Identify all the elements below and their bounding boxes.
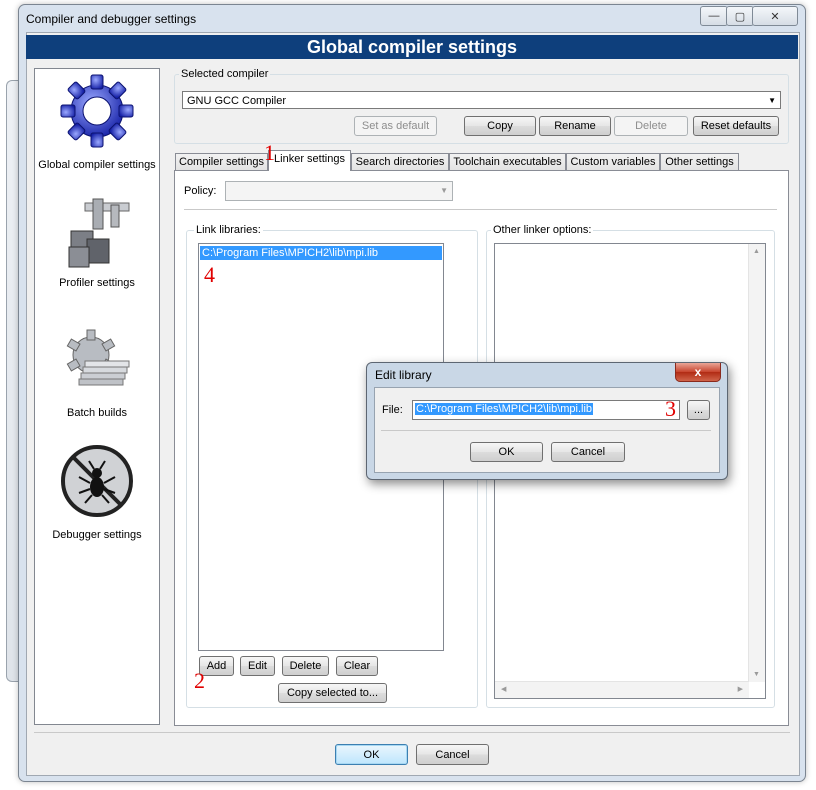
category-label: Profiler settings [59,277,135,289]
delete-library-button[interactable]: Delete [282,656,329,676]
close-button[interactable]: ✕ [752,6,798,26]
file-label: File: [382,404,403,416]
maximize-button[interactable]: ▢ [726,6,754,26]
browse-button[interactable]: ... [687,400,710,420]
annotation-2: 2 [194,668,205,693]
tab-toolchain-executables[interactable]: Toolchain executables [449,153,566,170]
category-list[interactable]: Global compiler settings Profiler settin… [34,68,160,725]
scroll-left-icon[interactable]: ◀ [501,685,506,693]
category-label: Debugger settings [52,529,142,541]
category-debugger[interactable]: Debugger settings [35,443,159,541]
policy-label: Policy: [184,185,217,197]
dialog-close-button[interactable]: x [675,363,721,382]
list-item[interactable]: C:\Program Files\MPICH2\lib\mpi.lib [200,246,442,260]
edit-library-button[interactable]: Edit [240,656,275,676]
category-profiler[interactable]: Profiler settings [35,195,159,289]
footer-divider [34,732,790,733]
policy-select[interactable]: ▼ [225,181,453,201]
selected-compiler-label: Selected compiler [179,68,271,80]
dialog-divider [381,430,711,431]
reset-defaults-button[interactable]: Reset defaults [693,116,779,136]
chevron-down-icon: ▼ [768,96,776,105]
other-linker-options-label: Other linker options: [491,224,594,236]
category-global-compiler[interactable]: Global compiler settings [35,71,159,171]
dialog-ok-button[interactable]: OK [470,442,543,462]
annotation-4: 4 [204,262,215,287]
file-path-selection: C:\Program Files\MPICH2\lib\mpi.lib [415,403,594,415]
dialog-title: Edit library [375,368,432,382]
file-path-input[interactable]: C:\Program Files\MPICH2\lib\mpi.lib [412,400,680,420]
tab-custom-variables[interactable]: Custom variables [566,153,660,170]
divider [184,209,777,210]
window-title: Compiler and debugger settings [26,12,197,26]
cancel-button[interactable]: Cancel [416,744,489,765]
scroll-right-icon[interactable]: ▶ [738,685,743,693]
category-label: Global compiler settings [38,159,156,171]
annotation-1: 1 [264,140,275,165]
category-batch[interactable]: Batch builds [35,327,159,419]
bug-icon [61,445,133,517]
edit-library-dialog: Edit library x File: C:\Program Files\MP… [366,362,728,480]
tab-linker-settings[interactable]: Linker settings [268,150,351,171]
delete-compiler-button[interactable]: Delete [614,116,688,136]
dialog-cancel-button[interactable]: Cancel [551,442,625,462]
maximize-icon: ▢ [734,10,746,23]
close-icon: x [694,365,702,379]
dialog-client: File: C:\Program Files\MPICH2\lib\mpi.li… [374,387,720,473]
compiler-select[interactable]: GNU GCC Compiler ▼ [182,91,781,109]
caliper-icon [68,198,130,268]
ok-button[interactable]: OK [335,744,408,765]
tab-compiler-settings[interactable]: Compiler settings [175,153,268,170]
vertical-scrollbar[interactable]: ▲ ▼ [748,244,765,682]
gear-icon [60,74,134,148]
horizontal-scrollbar[interactable]: ◀ ▶ [495,681,749,698]
category-label: Batch builds [67,407,127,419]
scroll-down-icon[interactable]: ▼ [753,671,760,678]
batch-gear-icon [66,329,130,386]
tab-search-directories[interactable]: Search directories [351,153,449,170]
compiler-select-value: GNU GCC Compiler [187,95,287,107]
link-libraries-label: Link libraries: [194,224,263,236]
chevron-down-icon: ▼ [440,186,448,195]
tab-other-settings[interactable]: Other settings [660,153,739,170]
annotation-3: 3 [665,396,676,421]
minimize-icon: — [708,10,720,22]
copy-selected-to-button[interactable]: Copy selected to... [278,683,387,703]
minimize-button[interactable]: — [700,6,728,26]
rename-compiler-button[interactable]: Rename [539,116,611,136]
set-as-default-button[interactable]: Set as default [354,116,437,136]
clear-libraries-button[interactable]: Clear [336,656,378,676]
copy-compiler-button[interactable]: Copy [464,116,536,136]
page-banner: Global compiler settings [26,35,798,59]
scroll-up-icon[interactable]: ▲ [753,248,760,255]
close-icon: ✕ [770,10,780,23]
